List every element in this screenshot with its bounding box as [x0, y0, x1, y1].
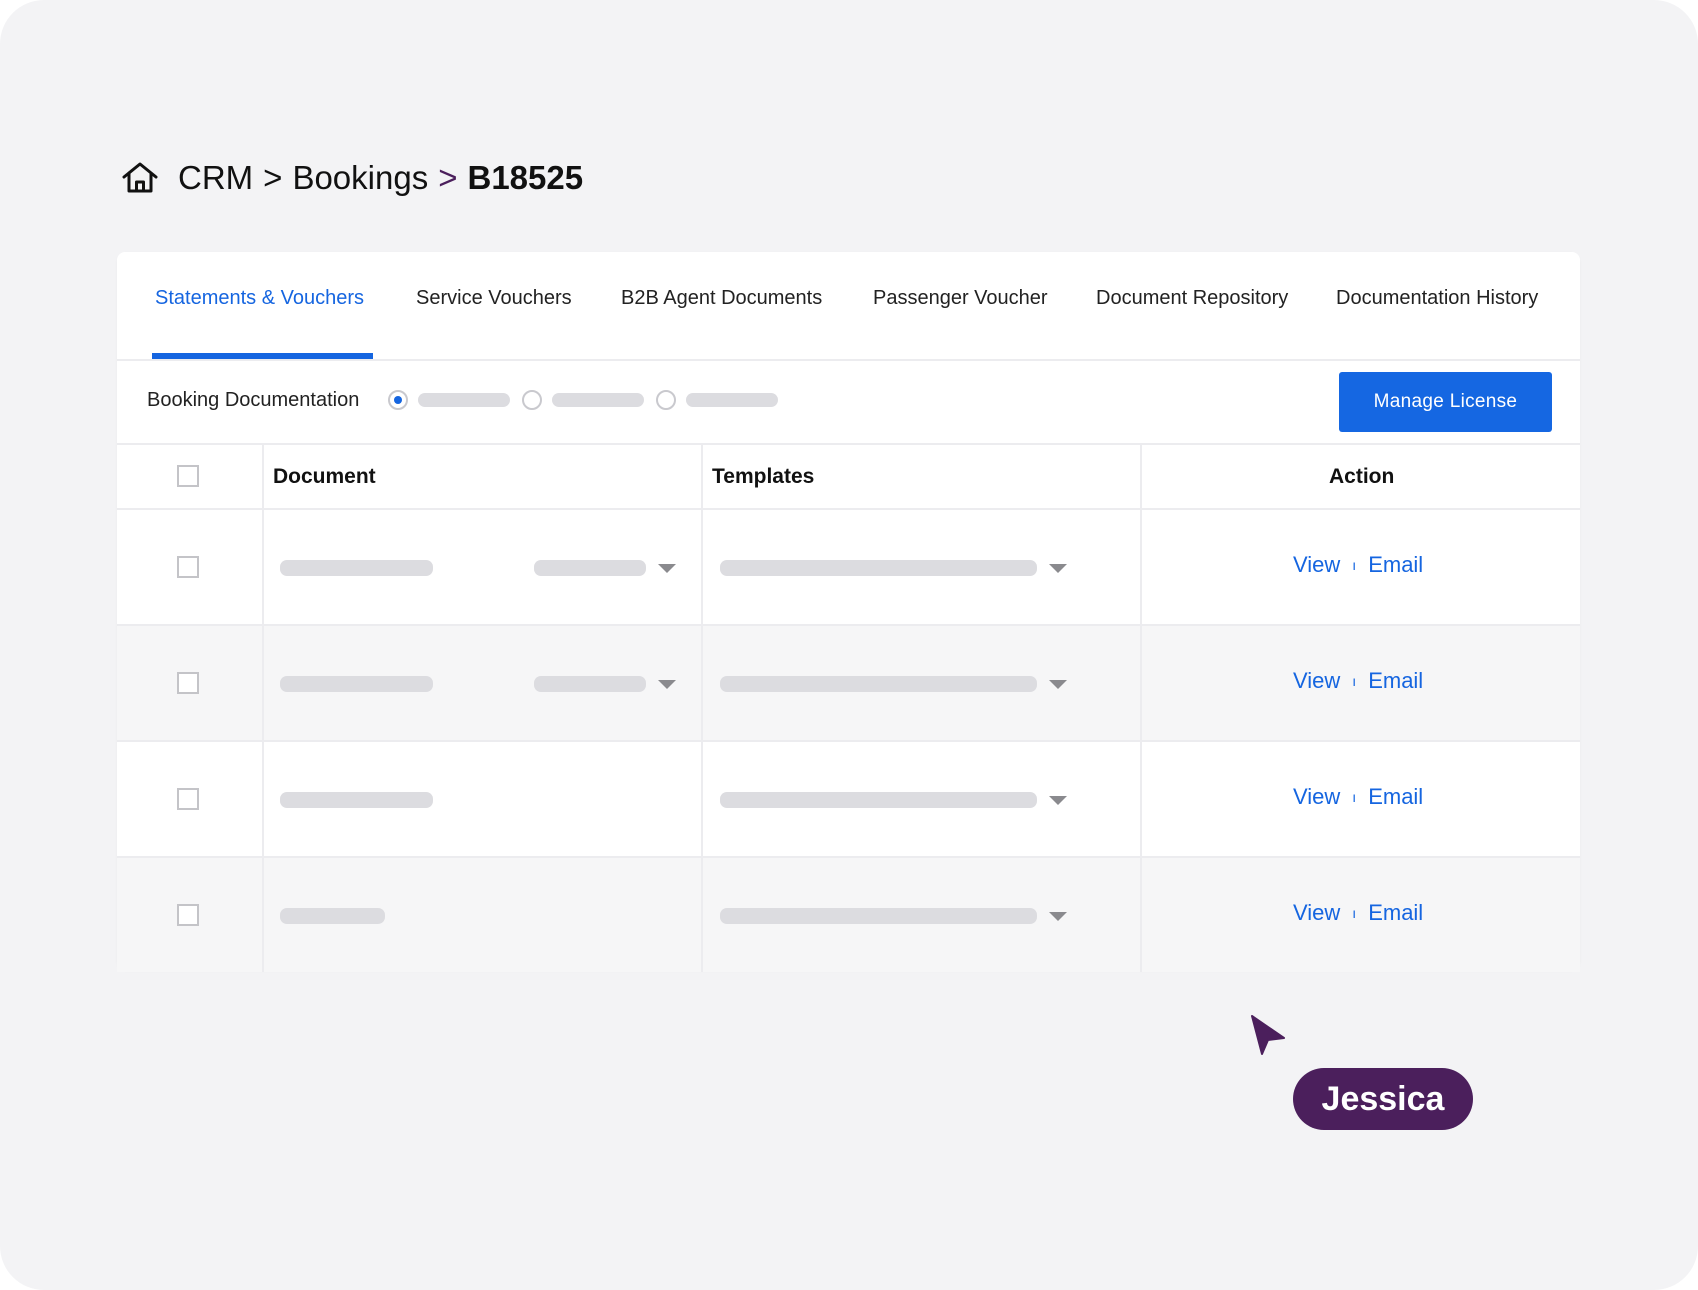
row-actions: View ı Email: [1293, 552, 1423, 578]
row-actions: View ı Email: [1293, 668, 1423, 694]
tab-bar: Statements & Vouchers Service Vouchers B…: [117, 252, 1580, 361]
tab-b2b-agent-documents[interactable]: B2B Agent Documents: [621, 287, 822, 310]
documents-table: Document Templates Action View ı Email V…: [117, 445, 1580, 972]
table-row: View ı Email: [117, 510, 1580, 626]
view-link[interactable]: View: [1293, 900, 1340, 926]
action-divider: ı: [1352, 557, 1357, 573]
table-row: View ı Email: [117, 742, 1580, 858]
documents-card: Statements & Vouchers Service Vouchers B…: [117, 252, 1580, 972]
email-link[interactable]: Email: [1368, 784, 1423, 810]
document-name-placeholder: [280, 676, 433, 692]
radio-option-3-label: [686, 393, 778, 407]
breadcrumb-separator: >: [263, 159, 283, 196]
radio-option-2-label: [552, 393, 644, 407]
template-select[interactable]: [720, 676, 1037, 692]
tab-service-vouchers[interactable]: Service Vouchers: [416, 287, 572, 310]
radio-option-1[interactable]: [388, 390, 408, 410]
booking-documentation-toolbar: Booking Documentation Manage License: [117, 361, 1580, 445]
email-link[interactable]: Email: [1368, 552, 1423, 578]
home-icon[interactable]: [120, 158, 160, 198]
row-checkbox[interactable]: [177, 904, 199, 926]
document-name-placeholder: [280, 908, 385, 924]
document-name-placeholder: [280, 560, 433, 576]
row-actions: View ı Email: [1293, 900, 1423, 926]
select-all-checkbox[interactable]: [177, 465, 199, 487]
document-type-select[interactable]: [534, 560, 646, 576]
row-checkbox[interactable]: [177, 672, 199, 694]
template-select[interactable]: [720, 792, 1037, 808]
view-link[interactable]: View: [1293, 668, 1340, 694]
tab-documentation-history[interactable]: Documentation History: [1336, 287, 1538, 310]
row-actions: View ı Email: [1293, 784, 1423, 810]
row-checkbox[interactable]: [177, 788, 199, 810]
chevron-down-icon[interactable]: [1049, 796, 1067, 805]
view-link[interactable]: View: [1293, 552, 1340, 578]
email-link[interactable]: Email: [1368, 668, 1423, 694]
chevron-down-icon[interactable]: [1049, 912, 1067, 921]
breadcrumb-separator: >: [438, 159, 458, 196]
row-checkbox[interactable]: [177, 556, 199, 578]
radio-option-3[interactable]: [656, 390, 676, 410]
column-header-document: Document: [273, 465, 376, 488]
breadcrumb-bookings[interactable]: Bookings: [292, 159, 428, 197]
view-link[interactable]: View: [1293, 784, 1340, 810]
column-header-action: Action: [1329, 465, 1395, 488]
column-header-templates: Templates: [712, 465, 815, 488]
chevron-down-icon[interactable]: [1049, 680, 1067, 689]
radio-option-2[interactable]: [522, 390, 542, 410]
email-link[interactable]: Email: [1368, 900, 1423, 926]
booking-documentation-label: Booking Documentation: [147, 389, 360, 411]
breadcrumb-crm[interactable]: CRM: [178, 159, 253, 197]
chevron-down-icon[interactable]: [658, 564, 676, 573]
action-divider: ı: [1352, 905, 1357, 921]
collaborator-name-tag: Jessica: [1293, 1068, 1473, 1130]
document-type-select[interactable]: [534, 676, 646, 692]
tab-statements-vouchers[interactable]: Statements & Vouchers: [155, 287, 364, 310]
template-select[interactable]: [720, 908, 1037, 924]
template-select[interactable]: [720, 560, 1037, 576]
app-canvas: CRM > Bookings > B18525 Statements & Vou…: [0, 0, 1698, 1290]
radio-option-1-label: [418, 393, 510, 407]
breadcrumb-current: B18525: [467, 159, 584, 196]
action-divider: ı: [1352, 673, 1357, 689]
table-header-row: Document Templates Action: [117, 445, 1580, 510]
table-row: View ı Email: [117, 858, 1580, 972]
active-tab-indicator: [152, 353, 373, 359]
action-divider: ı: [1352, 789, 1357, 805]
chevron-down-icon[interactable]: [1049, 564, 1067, 573]
breadcrumb: CRM > Bookings > B18525: [120, 158, 583, 198]
tab-passenger-voucher[interactable]: Passenger Voucher: [873, 287, 1048, 310]
manage-license-button[interactable]: Manage License: [1339, 372, 1552, 432]
collaborator-cursor-icon: [1250, 1014, 1286, 1056]
document-name-placeholder: [280, 792, 433, 808]
table-row: View ı Email: [117, 626, 1580, 742]
tab-document-repository[interactable]: Document Repository: [1096, 287, 1288, 310]
chevron-down-icon[interactable]: [658, 680, 676, 689]
